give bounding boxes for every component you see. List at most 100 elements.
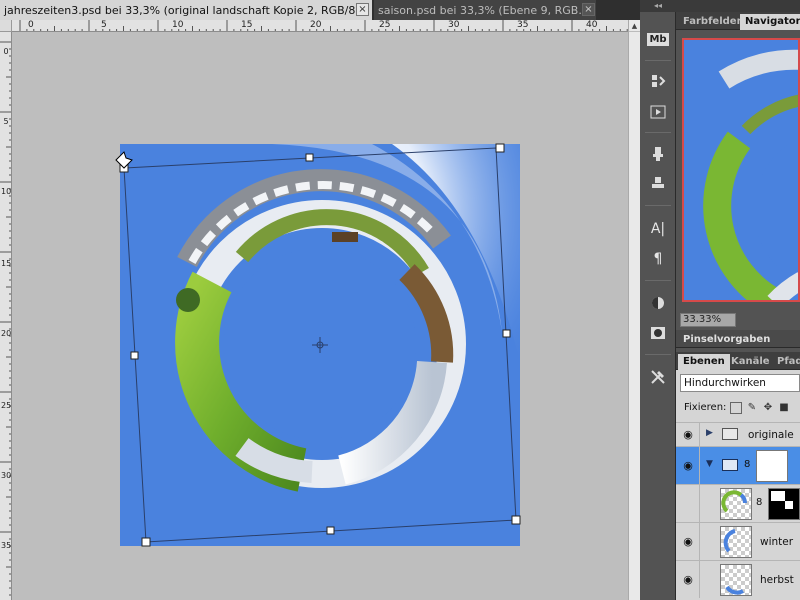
collapse-panels-icon[interactable]: ◂◂	[640, 0, 676, 12]
vertical-ruler[interactable]: 0 5 10 15 20 25 30 35	[0, 32, 12, 600]
ruler-label: 40	[586, 20, 598, 30]
tool-separator	[645, 354, 671, 355]
actions-play-icon[interactable]	[646, 101, 670, 123]
layer-name: winter	[760, 536, 794, 548]
ruler-label: 0	[3, 47, 9, 56]
layer-thumbnail[interactable]	[720, 526, 752, 558]
disclosure-triangle-icon[interactable]: ▼	[706, 459, 713, 469]
navigator-thumbnail	[684, 40, 798, 300]
layer-row-group-selected[interactable]: ◉ ▼ 8	[676, 446, 800, 484]
document-tab-label: jahreszeiten3.psd bei 33,3% (original la…	[4, 3, 369, 17]
lock-pixels-icon[interactable]: ✎	[746, 402, 758, 414]
ruler-label: 20	[1, 329, 12, 338]
tools-icon[interactable]	[646, 366, 670, 388]
ruler-label: 5	[3, 117, 9, 126]
layer-thumbnail[interactable]	[720, 564, 752, 596]
lock-label: Fixieren:	[684, 402, 727, 413]
ruler-label: 30	[448, 20, 460, 30]
ruler-label: 20	[310, 20, 322, 30]
transform-handle[interactable]	[511, 515, 521, 525]
ruler-label: 35	[1, 541, 12, 550]
ruler-label: 0	[28, 20, 34, 30]
history-icon[interactable]	[646, 70, 670, 92]
horizontal-ruler[interactable]: 0 5 10 15 20 25 30 35 40	[12, 20, 628, 32]
ruler-label: 15	[241, 20, 253, 30]
document-tab-bar: jahreszeiten3.psd bei 33,3% (original la…	[0, 0, 640, 20]
mask-link-icon[interactable]: 8	[744, 459, 750, 470]
canvas-area[interactable]	[12, 32, 628, 600]
document-tab-label: saison.psd bei 33,3% (Ebene 9, RGB...	[378, 3, 589, 17]
navigator-tab-row: Farbfelder Navigator	[676, 12, 800, 30]
layer-row-smart-object-mask[interactable]: 8	[676, 484, 800, 522]
ruler-label: 25	[379, 20, 391, 30]
layers-tab-row: Ebenen Kanäle Pfade	[676, 352, 800, 370]
layers-panel: Hindurchwirken Fixieren: ✎ ✥ ■ ◉ ▶ origi…	[676, 370, 800, 600]
navigator-preview[interactable]	[682, 38, 800, 302]
ruler-label: 5	[101, 20, 107, 30]
mask-link-icon[interactable]: 8	[756, 497, 762, 508]
layer-row-originale[interactable]: ◉ ▶ originale	[676, 422, 800, 446]
transform-handle[interactable]	[495, 143, 505, 153]
eye-icon[interactable]: ◉	[682, 535, 694, 548]
navigator-zoom-field[interactable]: 33.33%	[680, 313, 736, 327]
paragraph-icon[interactable]: ¶	[646, 248, 670, 270]
transform-handle[interactable]	[326, 526, 335, 535]
masks-icon[interactable]	[646, 322, 670, 344]
stamp-tool-presets-icon[interactable]	[646, 172, 670, 194]
layer-thumbnail[interactable]	[720, 488, 752, 520]
ruler-label: 35	[517, 20, 529, 30]
ruler-label: 25	[1, 401, 12, 410]
transform-handle[interactable]	[305, 153, 314, 162]
clone-source-icon[interactable]	[646, 143, 670, 165]
ruler-label: 10	[172, 20, 184, 30]
adjustments-icon[interactable]	[646, 292, 670, 314]
tab-kanaele[interactable]: Kanäle	[726, 354, 775, 370]
panel-dock-icons: ◂◂ Mb A| ¶	[640, 0, 676, 600]
transform-handle[interactable]	[141, 537, 151, 547]
close-icon[interactable]: ×	[582, 3, 595, 16]
blend-mode-select[interactable]: Hindurchwirken	[680, 374, 800, 392]
ruler-label: 10	[1, 187, 12, 196]
scroll-up-arrow-icon[interactable]: ▲	[629, 20, 640, 32]
mini-bridge-icon[interactable]: Mb	[646, 28, 670, 50]
document-canvas[interactable]	[12, 32, 628, 600]
lock-row: Fixieren: ✎ ✥ ■	[676, 398, 800, 418]
lock-transparency-icon[interactable]	[730, 402, 742, 414]
layer-name: herbst	[760, 574, 794, 586]
transform-handle[interactable]	[502, 329, 511, 338]
ruler-label: 30	[1, 471, 12, 480]
tool-separator	[645, 60, 671, 61]
layer-row-herbst[interactable]: ◉ herbst	[676, 560, 800, 598]
eye-icon[interactable]: ◉	[682, 428, 694, 441]
tab-navigator[interactable]: Navigator	[740, 14, 800, 30]
right-panel-dock: Farbfelder Navigator 33.33% Pinselvorgab…	[676, 0, 800, 600]
tab-pfade[interactable]: Pfade	[772, 354, 800, 370]
vertical-scrollbar[interactable]: ▲	[628, 20, 640, 600]
close-icon[interactable]: ×	[356, 3, 369, 16]
tool-separator	[645, 132, 671, 133]
folder-icon	[722, 428, 738, 440]
layer-name: originale	[748, 429, 794, 441]
tab-pinselvorgaben[interactable]: Pinselvorgaben	[678, 332, 775, 348]
transform-handle[interactable]	[130, 351, 139, 360]
group-mask-thumbnail[interactable]	[756, 450, 788, 482]
tab-farbfelder[interactable]: Farbfelder	[678, 14, 747, 30]
panel-dock-header	[676, 0, 800, 12]
eye-icon[interactable]: ◉	[682, 573, 694, 586]
eye-icon[interactable]: ◉	[682, 459, 694, 472]
tool-separator	[645, 205, 671, 206]
visibility-column	[676, 485, 700, 522]
character-icon[interactable]: A|	[646, 218, 670, 240]
disclosure-triangle-icon[interactable]: ▶	[706, 428, 713, 438]
lock-position-icon[interactable]: ✥	[762, 402, 774, 414]
lock-all-icon[interactable]: ■	[778, 402, 790, 414]
document-tab-saison[interactable]: saison.psd bei 33,3% (Ebene 9, RGB... ×	[374, 0, 596, 20]
folder-icon	[722, 459, 738, 471]
layer-row-winter[interactable]: ◉ winter	[676, 522, 800, 560]
document-tab-jahreszeiten[interactable]: jahreszeiten3.psd bei 33,3% (original la…	[0, 0, 372, 20]
bench	[332, 232, 358, 242]
tab-ebenen[interactable]: Ebenen	[678, 354, 730, 370]
layer-mask-thumbnail[interactable]	[768, 488, 800, 520]
tool-separator	[645, 280, 671, 281]
ruler-origin[interactable]	[0, 20, 12, 32]
